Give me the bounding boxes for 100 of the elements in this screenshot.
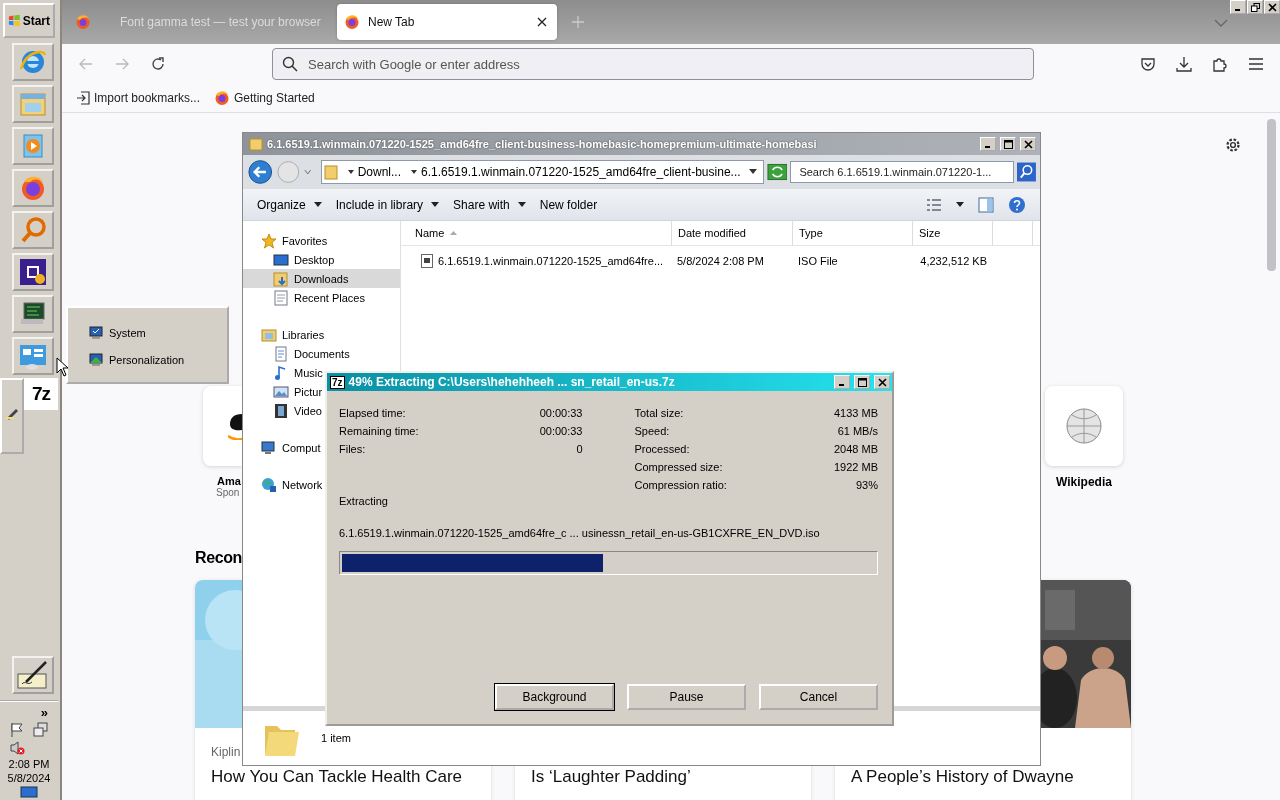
minimize-button[interactable] (980, 137, 996, 151)
shortcut-tile[interactable] (203, 386, 242, 466)
nav-item[interactable]: Libraries (243, 325, 400, 344)
close-button[interactable] (1020, 137, 1036, 151)
toolbar-button[interactable]: Include in library (335, 197, 440, 212)
recent-places-icon (273, 289, 289, 306)
folder-icon (323, 164, 338, 180)
bookmark-link[interactable]: Getting Started (214, 90, 315, 106)
bookmark-link[interactable]: Import bookmarks... (76, 91, 201, 105)
maximize-button[interactable] (1000, 137, 1016, 151)
settings-icon[interactable] (1224, 136, 1242, 154)
menu-item[interactable]: Personalization (88, 351, 227, 368)
caret-icon[interactable] (748, 169, 757, 175)
shortcut-label[interactable]: Wikipedia (1056, 475, 1112, 489)
sort-arrow-icon (450, 231, 458, 235)
document-icon (273, 345, 289, 362)
toolbar-button[interactable]: Organize (257, 197, 322, 212)
pen-tablet-icon[interactable] (12, 656, 54, 694)
star-icon (261, 232, 277, 249)
windows-flag-icon (8, 13, 21, 28)
globe-e-icon[interactable] (12, 43, 54, 81)
stat-label: Speed: (634, 425, 670, 437)
network-globe-icon (261, 476, 277, 493)
scrollbar-thumb[interactable] (1267, 119, 1276, 271)
stat-label: Processed: (634, 443, 690, 455)
caret-icon[interactable] (956, 202, 964, 207)
stat-value: 2048 MB (833, 443, 878, 455)
chip-icon[interactable] (12, 253, 54, 291)
back-icon[interactable] (247, 158, 274, 186)
caret-icon[interactable] (411, 169, 417, 175)
window-title: 6.1.6519.1.winmain.071220-1525_amd64fre_client-business-homebasic-homepremium-ultimate-homebasi (267, 138, 817, 150)
story-title[interactable]: How You Can Tackle Health Care (211, 767, 463, 787)
pocket-icon[interactable] (1140, 56, 1156, 72)
stat-value: 4133 MB (833, 407, 878, 419)
shortcut-label[interactable]: Ama (217, 475, 241, 487)
search-icon[interactable] (1017, 162, 1036, 182)
start-button[interactable]: Start (3, 3, 55, 38)
stat-value: 00:00:33 (539, 407, 583, 419)
toolbar-button[interactable]: New folder (539, 197, 598, 212)
address-field[interactable]: Search with Google or enter address (272, 48, 1034, 80)
help-icon[interactable] (1008, 195, 1026, 214)
stat-value: 0 (576, 443, 583, 455)
column-header[interactable]: Name (401, 221, 672, 245)
breadcrumb-link[interactable]: 6.1.6519.1.winmain.071220-1525_amd64fre_client-busine... (421, 165, 741, 179)
nav-item[interactable]: Favorites (243, 231, 400, 250)
app-logo[interactable]: 7z (24, 378, 58, 410)
reload-icon[interactable] (150, 56, 166, 72)
desktop-icon (273, 251, 289, 268)
stat-value: 1922 MB (833, 461, 878, 473)
pencil-icon[interactable] (0, 378, 24, 454)
logo-fragment-icon (228, 412, 242, 440)
stat-label: Total size: (634, 407, 684, 419)
clock-time[interactable]: 2:08 PM (8, 758, 50, 770)
minimize-button[interactable] (1230, 0, 1246, 14)
shortcut-tile[interactable] (1045, 386, 1123, 466)
search-field[interactable]: Search 6.1.6519.1.winmain.071220-1... (790, 161, 1015, 183)
section-heading: Recon (195, 549, 242, 567)
search-input[interactable]: Search 6.1.6519.1.winmain.071220-1... (797, 165, 1014, 179)
nav-item[interactable]: Documents (243, 344, 400, 363)
library-icon (261, 326, 277, 343)
muted-speaker-icon[interactable] (9, 740, 25, 756)
stat-value: 00:00:33 (539, 425, 583, 437)
toolbar-button[interactable]: Share with (453, 197, 526, 212)
breadcrumb-link[interactable]: Downl... (357, 165, 401, 179)
flag-icon[interactable] (9, 722, 25, 738)
column-header[interactable]: Size (913, 221, 993, 245)
close-button[interactable] (1264, 0, 1280, 14)
column-header[interactable]: Date modified (672, 221, 793, 245)
dialog-button[interactable]: Cancel (759, 684, 878, 710)
story-title[interactable]: A People’s History of Dwayne (851, 767, 1074, 787)
download-icon[interactable] (1176, 56, 1192, 72)
story-source: Kiplin (211, 744, 241, 760)
column-header[interactable]: Type (793, 221, 913, 245)
menu-item[interactable]: System (88, 324, 227, 341)
story-title[interactable]: Is ‘Laughter Padding’ (531, 767, 691, 787)
browser-tab[interactable]: New Tab (337, 4, 557, 40)
disc-image-file-icon (421, 254, 433, 268)
clock-date[interactable]: 5/8/2024 (7, 772, 51, 784)
browser-icon[interactable] (12, 169, 54, 207)
dialog-button[interactable]: Pause (627, 684, 746, 710)
file-row[interactable]: 6.1.6519.1.winmain.071220-1525_amd64fre... 5/8/2024 2:08 PM ISO File 4,232,512 KB (401, 250, 1040, 272)
menu-icon[interactable] (1248, 57, 1264, 71)
restore-button[interactable] (1247, 0, 1263, 14)
caret-icon[interactable] (347, 169, 354, 175)
maximize-button[interactable] (854, 375, 870, 389)
close-icon[interactable] (537, 17, 547, 27)
address-bar[interactable]: Downl... 6.1.6519.1.winmain.071220-1525_amd64fre_client-busine... (320, 160, 764, 184)
puzzle-icon[interactable] (1212, 56, 1228, 72)
nav-item[interactable]: Desktop (243, 250, 400, 269)
dialog-button[interactable]: Background (495, 684, 614, 710)
nav-item[interactable]: Recent Places (243, 288, 400, 307)
search-icon (282, 56, 298, 72)
nav-item[interactable]: Downloads (243, 269, 400, 288)
refresh-icon[interactable] (766, 163, 788, 181)
view-list-icon[interactable] (926, 197, 942, 212)
close-button[interactable] (874, 375, 890, 389)
tray-expand-button[interactable]: » (40, 705, 48, 720)
minimize-button[interactable] (834, 375, 850, 389)
monitor-icon[interactable] (12, 295, 54, 333)
download-folder-icon (273, 270, 289, 287)
